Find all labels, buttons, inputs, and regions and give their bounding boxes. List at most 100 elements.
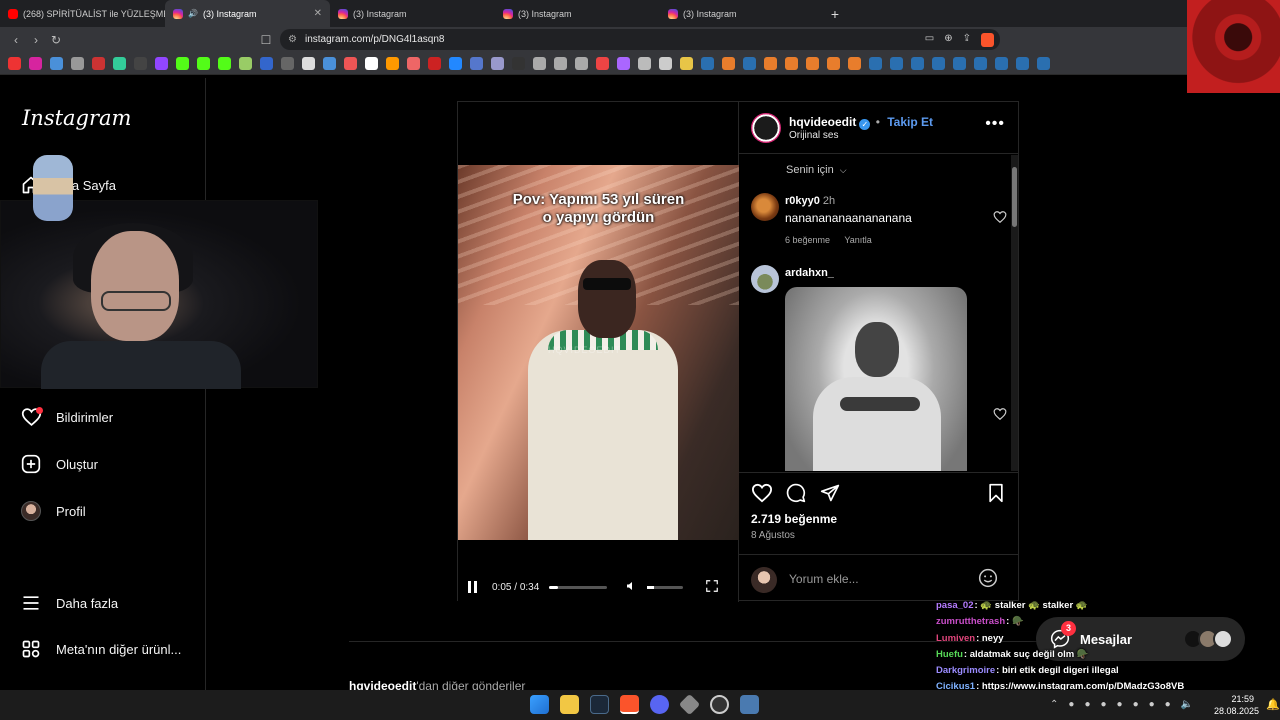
bookmark-steam-icon[interactable] [1016, 57, 1029, 70]
chat-username[interactable]: Lumiven [936, 633, 975, 644]
bookmark-steam-icon[interactable] [911, 57, 924, 70]
bookmark-steam-icon[interactable] [953, 57, 966, 70]
sidebar-item-create[interactable]: Oluştur [20, 453, 98, 475]
bookmark-icon[interactable] [239, 57, 252, 70]
comment-gif[interactable] [785, 287, 967, 471]
reply-button[interactable]: Yanıtla [844, 235, 871, 245]
discord-icon[interactable] [650, 695, 669, 714]
bookmark-steam-icon[interactable] [932, 57, 945, 70]
comment-likes[interactable]: 6 beğenme [785, 235, 830, 245]
zoom-icon[interactable]: ⊕ [944, 33, 952, 47]
bookmark-steam-icon[interactable] [890, 57, 903, 70]
new-tab-button[interactable]: + [825, 6, 845, 22]
bookmark-icon[interactable] [827, 57, 840, 70]
bookmark-icon[interactable] [659, 57, 672, 70]
comment-sort-dropdown[interactable]: Senin için ⌵ [786, 164, 847, 176]
tray-app-icon[interactable]: ● [1165, 699, 1171, 710]
bookmark-steam-icon[interactable] [1037, 57, 1050, 70]
volume-icon[interactable] [625, 580, 637, 595]
bookmark-amazon-icon[interactable] [386, 57, 399, 70]
bookmark-icon[interactable] [638, 57, 651, 70]
seek-bar[interactable] [549, 585, 608, 589]
site-info-icon[interactable]: ⚙ [288, 34, 297, 45]
speaker-icon[interactable]: 🔊 [188, 9, 198, 18]
bookmark-icon[interactable] [533, 57, 546, 70]
bookmark-steam-icon[interactable] [974, 57, 987, 70]
video-player[interactable]: Pov: Yapımı 53 yıl süren o yapıyı gördün… [458, 102, 739, 602]
bookmark-icon[interactable] [491, 57, 504, 70]
bookmark-icon[interactable] [512, 57, 525, 70]
sidebar-item-meta[interactable]: Meta'nın diğer ürünl... [20, 638, 181, 660]
tray-app-icon[interactable]: ● [1068, 699, 1074, 710]
steam-icon[interactable] [590, 695, 609, 714]
bookmark-gmail-icon[interactable] [92, 57, 105, 70]
sidebar-item-notifications[interactable]: Bildirimler [20, 406, 113, 428]
share-icon[interactable]: ⇪ [963, 33, 971, 47]
bookmark-icon[interactable] [281, 57, 294, 70]
share-send-icon[interactable] [819, 483, 841, 503]
sidebar-item-profile[interactable]: Profil [20, 500, 86, 522]
file-explorer-icon[interactable] [560, 695, 579, 714]
fullscreen-icon[interactable] [705, 579, 719, 596]
bookmark-icon[interactable] [554, 57, 567, 70]
comment-username[interactable]: r0kyy0 [785, 195, 820, 207]
browser-tab[interactable]: (268) SPİRİTÜALİST ile YÜZLEŞME "Bu [0, 0, 165, 27]
volume-slider[interactable] [647, 585, 684, 589]
bookmark-icon[interactable] [764, 57, 777, 70]
comment-avatar[interactable] [751, 265, 779, 293]
instagram-logo[interactable]: Instagram [22, 106, 131, 130]
save-bookmark-icon[interactable] [986, 483, 1006, 503]
browser-tab[interactable]: (3) Instagram [330, 0, 495, 27]
notification-bell-icon[interactable]: 🔔 [1266, 698, 1280, 711]
bookmark-icon[interactable] [134, 57, 147, 70]
bookmark-icon[interactable] [407, 57, 420, 70]
more-options-icon[interactable]: ••• [985, 115, 1005, 133]
tray-app-icon[interactable]: ● [1149, 699, 1155, 710]
brave-browser-icon[interactable] [620, 695, 639, 714]
chat-username[interactable]: pasa_02 [936, 600, 974, 611]
comment-input[interactable] [789, 569, 969, 589]
bookmark-icon[interactable] [575, 57, 588, 70]
bookmark-icon[interactable] [722, 57, 735, 70]
comment-avatar[interactable] [751, 193, 779, 221]
chat-username[interactable]: zumrutthetrash [936, 616, 1005, 627]
folder-icon[interactable] [680, 57, 693, 70]
bookmark-steam-icon[interactable] [995, 57, 1008, 70]
pause-icon[interactable] [468, 581, 480, 593]
like-count[interactable]: 2.719 beğenme [751, 512, 837, 526]
start-menu-icon[interactable] [530, 695, 549, 714]
brave-shield-icon[interactable] [981, 32, 994, 47]
browser-tab-active[interactable]: 🔊 (3) Instagram ✕ [165, 0, 330, 27]
bookmark-icon[interactable] [365, 57, 378, 70]
bookmark-icon[interactable] [323, 57, 336, 70]
tray-app-icon[interactable]: ● [1133, 699, 1139, 710]
bookmark-icon[interactable] [470, 57, 483, 70]
bookmark-kick-icon[interactable] [176, 57, 189, 70]
bookmark-icon[interactable] [428, 57, 441, 70]
bookmark-kick-icon[interactable] [197, 57, 210, 70]
video-frame[interactable]: Pov: Yapımı 53 yıl süren o yapıyı gördün… [458, 165, 739, 540]
app-icon[interactable] [740, 695, 759, 714]
volume-tray-icon[interactable]: 🔈 [1181, 699, 1193, 710]
close-tab-icon[interactable]: ✕ [314, 8, 322, 19]
bookmark-icon[interactable] [596, 57, 609, 70]
sidebar-item-more[interactable]: Daha fazla [20, 592, 118, 614]
app-icon[interactable] [678, 693, 701, 716]
bookmark-x-icon[interactable] [302, 57, 315, 70]
bookmark-icon[interactable] [785, 57, 798, 70]
scrollbar-thumb[interactable] [1012, 167, 1017, 227]
bookmark-icon[interactable] [449, 57, 462, 70]
post-author-avatar[interactable] [751, 113, 781, 143]
bookmark-kick-icon[interactable] [218, 57, 231, 70]
tray-chevron-icon[interactable]: ⌃ [1050, 699, 1058, 710]
post-author-username[interactable]: hqvideoedit [789, 115, 856, 129]
bookmark-drive-icon[interactable] [113, 57, 126, 70]
comments-scrollbar[interactable] [1011, 155, 1018, 471]
comment-username[interactable]: ardahxn_ [785, 267, 834, 279]
tray-app-icon[interactable]: ● [1084, 699, 1090, 710]
cast-icon[interactable]: ▭ [925, 33, 934, 47]
bookmark-youtube-icon[interactable] [8, 57, 21, 70]
tray-app-icon[interactable]: ● [1100, 699, 1106, 710]
follow-button[interactable]: Takip Et [887, 115, 933, 129]
bookmark-icon[interactable] [806, 57, 819, 70]
